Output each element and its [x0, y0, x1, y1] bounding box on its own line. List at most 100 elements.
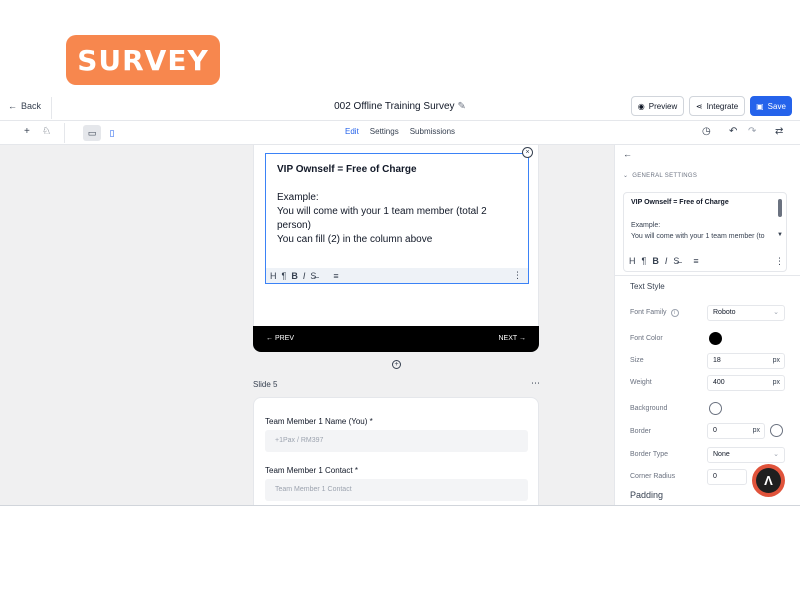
question-label: Team Member 1 Name (You) * — [265, 417, 373, 426]
tab-submissions[interactable]: Submissions — [410, 127, 455, 136]
strikethrough-icon[interactable]: S̶ — [673, 256, 679, 266]
paragraph-icon[interactable]: ¶ — [642, 256, 647, 266]
more-vertical-icon[interactable]: ⋮ — [513, 270, 522, 281]
undo-icon[interactable]: ↶ — [729, 126, 737, 137]
swap-icon[interactable]: ⇄ — [775, 126, 783, 137]
plus-icon[interactable]: + — [24, 126, 30, 137]
strikethrough-icon[interactable]: S̶ — [310, 271, 316, 281]
save-button[interactable]: ▣ Save — [750, 96, 792, 116]
section-header[interactable]: ⌄ GENERAL SETTINGS — [623, 172, 697, 179]
more-horizontal-icon[interactable]: ⋯ — [531, 378, 540, 389]
format-toolbar: H ¶ B I S̶ ≡ — [629, 256, 699, 266]
survey-logo: SURVEY — [66, 35, 220, 85]
chevron-down-icon: ⌄ — [773, 451, 779, 458]
integrate-button[interactable]: ⋖ Integrate — [689, 96, 745, 116]
border-type-select[interactable]: None ⌄ — [707, 447, 785, 463]
question-label: Team Member 1 Contact * — [265, 466, 358, 475]
mobile-icon[interactable]: ▯ — [103, 125, 121, 141]
background-label: Background — [630, 405, 668, 412]
border-input[interactable]: 0 px — [707, 423, 765, 439]
tabs: Edit Settings Submissions — [345, 127, 455, 136]
align-icon[interactable]: ≡ — [333, 271, 338, 281]
survey-title-text: 002 Offline Training Survey — [334, 101, 455, 112]
editor-heading: VIP Ownself = Free of Charge — [277, 164, 417, 175]
preview-button[interactable]: ◉ Preview — [631, 96, 684, 116]
corner-radius-label: Corner Radius — [630, 473, 676, 480]
scroll-down-icon[interactable]: ▼ — [777, 232, 783, 238]
preview-line: Example: — [631, 222, 661, 229]
editor-line: Example: — [277, 192, 319, 203]
weight-label: Weight — [630, 379, 652, 386]
section-title: GENERAL SETTINGS — [632, 173, 698, 179]
history-icon[interactable]: ◷ — [702, 126, 711, 137]
editor-line: You can fill (2) in the column above — [277, 234, 433, 245]
logo-text: SURVEY — [77, 43, 209, 77]
editor-line: You will come with your 1 team member (t… — [277, 206, 487, 217]
slide-label: Slide 5 — [253, 380, 278, 389]
scrollbar[interactable] — [778, 199, 782, 217]
tab-edit[interactable]: Edit — [345, 127, 359, 136]
divider — [615, 275, 800, 276]
more-vertical-icon[interactable]: ⋮ — [775, 256, 784, 267]
italic-icon[interactable]: I — [303, 271, 306, 281]
assistant-button[interactable]: Λ — [752, 464, 785, 497]
divider — [64, 123, 65, 143]
add-slide-icon[interactable]: + — [392, 360, 401, 369]
integrate-label: Integrate — [706, 101, 739, 111]
border-color-swatch[interactable] — [770, 424, 783, 437]
editor-line: person) — [277, 220, 311, 231]
contact-input[interactable]: Team Member 1 Contact — [265, 479, 528, 501]
font-color-label: Font Color — [630, 335, 663, 342]
prev-button[interactable]: ← PREV — [266, 335, 294, 342]
next-button[interactable]: NEXT → — [499, 335, 527, 342]
editor-toolbar: + ♘ ▭ ▯ Edit Settings Submissions ◷ ↶ ↷ … — [0, 121, 800, 145]
text-block-editor[interactable]: VIP Ownself = Free of Charge Example: Yo… — [265, 153, 529, 284]
canvas: VIP Ownself = Free of Charge Example: Yo… — [0, 145, 614, 506]
preview-label: Preview — [648, 101, 678, 111]
divider — [0, 505, 800, 506]
font-color-swatch[interactable] — [709, 332, 722, 345]
redo-icon[interactable]: ↷ — [748, 126, 756, 137]
device-toggle: ▭ ▯ — [83, 125, 121, 141]
chevron-down-icon: ⌄ — [623, 173, 629, 179]
bold-icon[interactable]: B — [652, 256, 659, 266]
paragraph-icon[interactable]: ¶ — [282, 271, 287, 281]
desktop-icon[interactable]: ▭ — [83, 125, 101, 141]
share-icon: ⋖ — [695, 101, 703, 111]
weight-input[interactable]: 400 px — [707, 375, 785, 391]
bell-icon[interactable]: ♘ — [42, 126, 51, 137]
corner-radius-input[interactable]: 0 — [707, 469, 747, 485]
border-type-label: Border Type — [630, 451, 669, 458]
tab-settings[interactable]: Settings — [370, 127, 399, 136]
format-toolbar: H ¶ B I S̶ ≡ ⋮ — [266, 268, 528, 283]
size-label: Size — [630, 357, 644, 364]
font-family-label: Font Family i — [630, 309, 679, 317]
chevron-down-icon: ⌄ — [773, 309, 779, 316]
name-input[interactable]: +1Pax / RM397 — [265, 430, 528, 452]
settings-panel: ← ⌄ GENERAL SETTINGS VIP Ownself = Free … — [614, 145, 800, 506]
save-icon: ▣ — [756, 101, 764, 111]
slide-card: VIP Ownself = Free of Charge Example: Yo… — [253, 145, 539, 352]
italic-icon[interactable]: I — [665, 256, 668, 266]
slide-navigation: ← PREV NEXT → — [253, 326, 539, 352]
slide-card: Team Member 1 Name (You) * +1Pax / RM397… — [253, 397, 539, 506]
heading-icon[interactable]: H — [629, 256, 636, 266]
preview-line: You will come with your 1 team member (t… — [631, 233, 765, 240]
align-icon[interactable]: ≡ — [693, 256, 698, 266]
eye-icon: ◉ — [637, 101, 645, 111]
preview-heading: VIP Ownself = Free of Charge — [631, 199, 729, 206]
padding-label: Padding — [630, 490, 664, 500]
pencil-icon[interactable]: ✎ — [458, 101, 466, 112]
arrow-left-icon[interactable]: ← — [623, 149, 632, 159]
top-bar: ← Back 002 Offline Training Survey ✎ ◉ Pr… — [0, 93, 800, 121]
size-input[interactable]: 18 px — [707, 353, 785, 369]
font-family-select[interactable]: Roboto ⌄ — [707, 305, 785, 321]
heading-icon[interactable]: H — [270, 271, 277, 281]
close-icon[interactable]: × — [522, 147, 533, 158]
background-color-swatch[interactable] — [709, 402, 722, 415]
info-icon: i — [670, 309, 679, 317]
save-label: Save — [767, 101, 786, 111]
bold-icon[interactable]: B — [291, 271, 298, 281]
border-label: Border — [630, 428, 652, 435]
text-style-label: Text Style — [630, 282, 665, 291]
